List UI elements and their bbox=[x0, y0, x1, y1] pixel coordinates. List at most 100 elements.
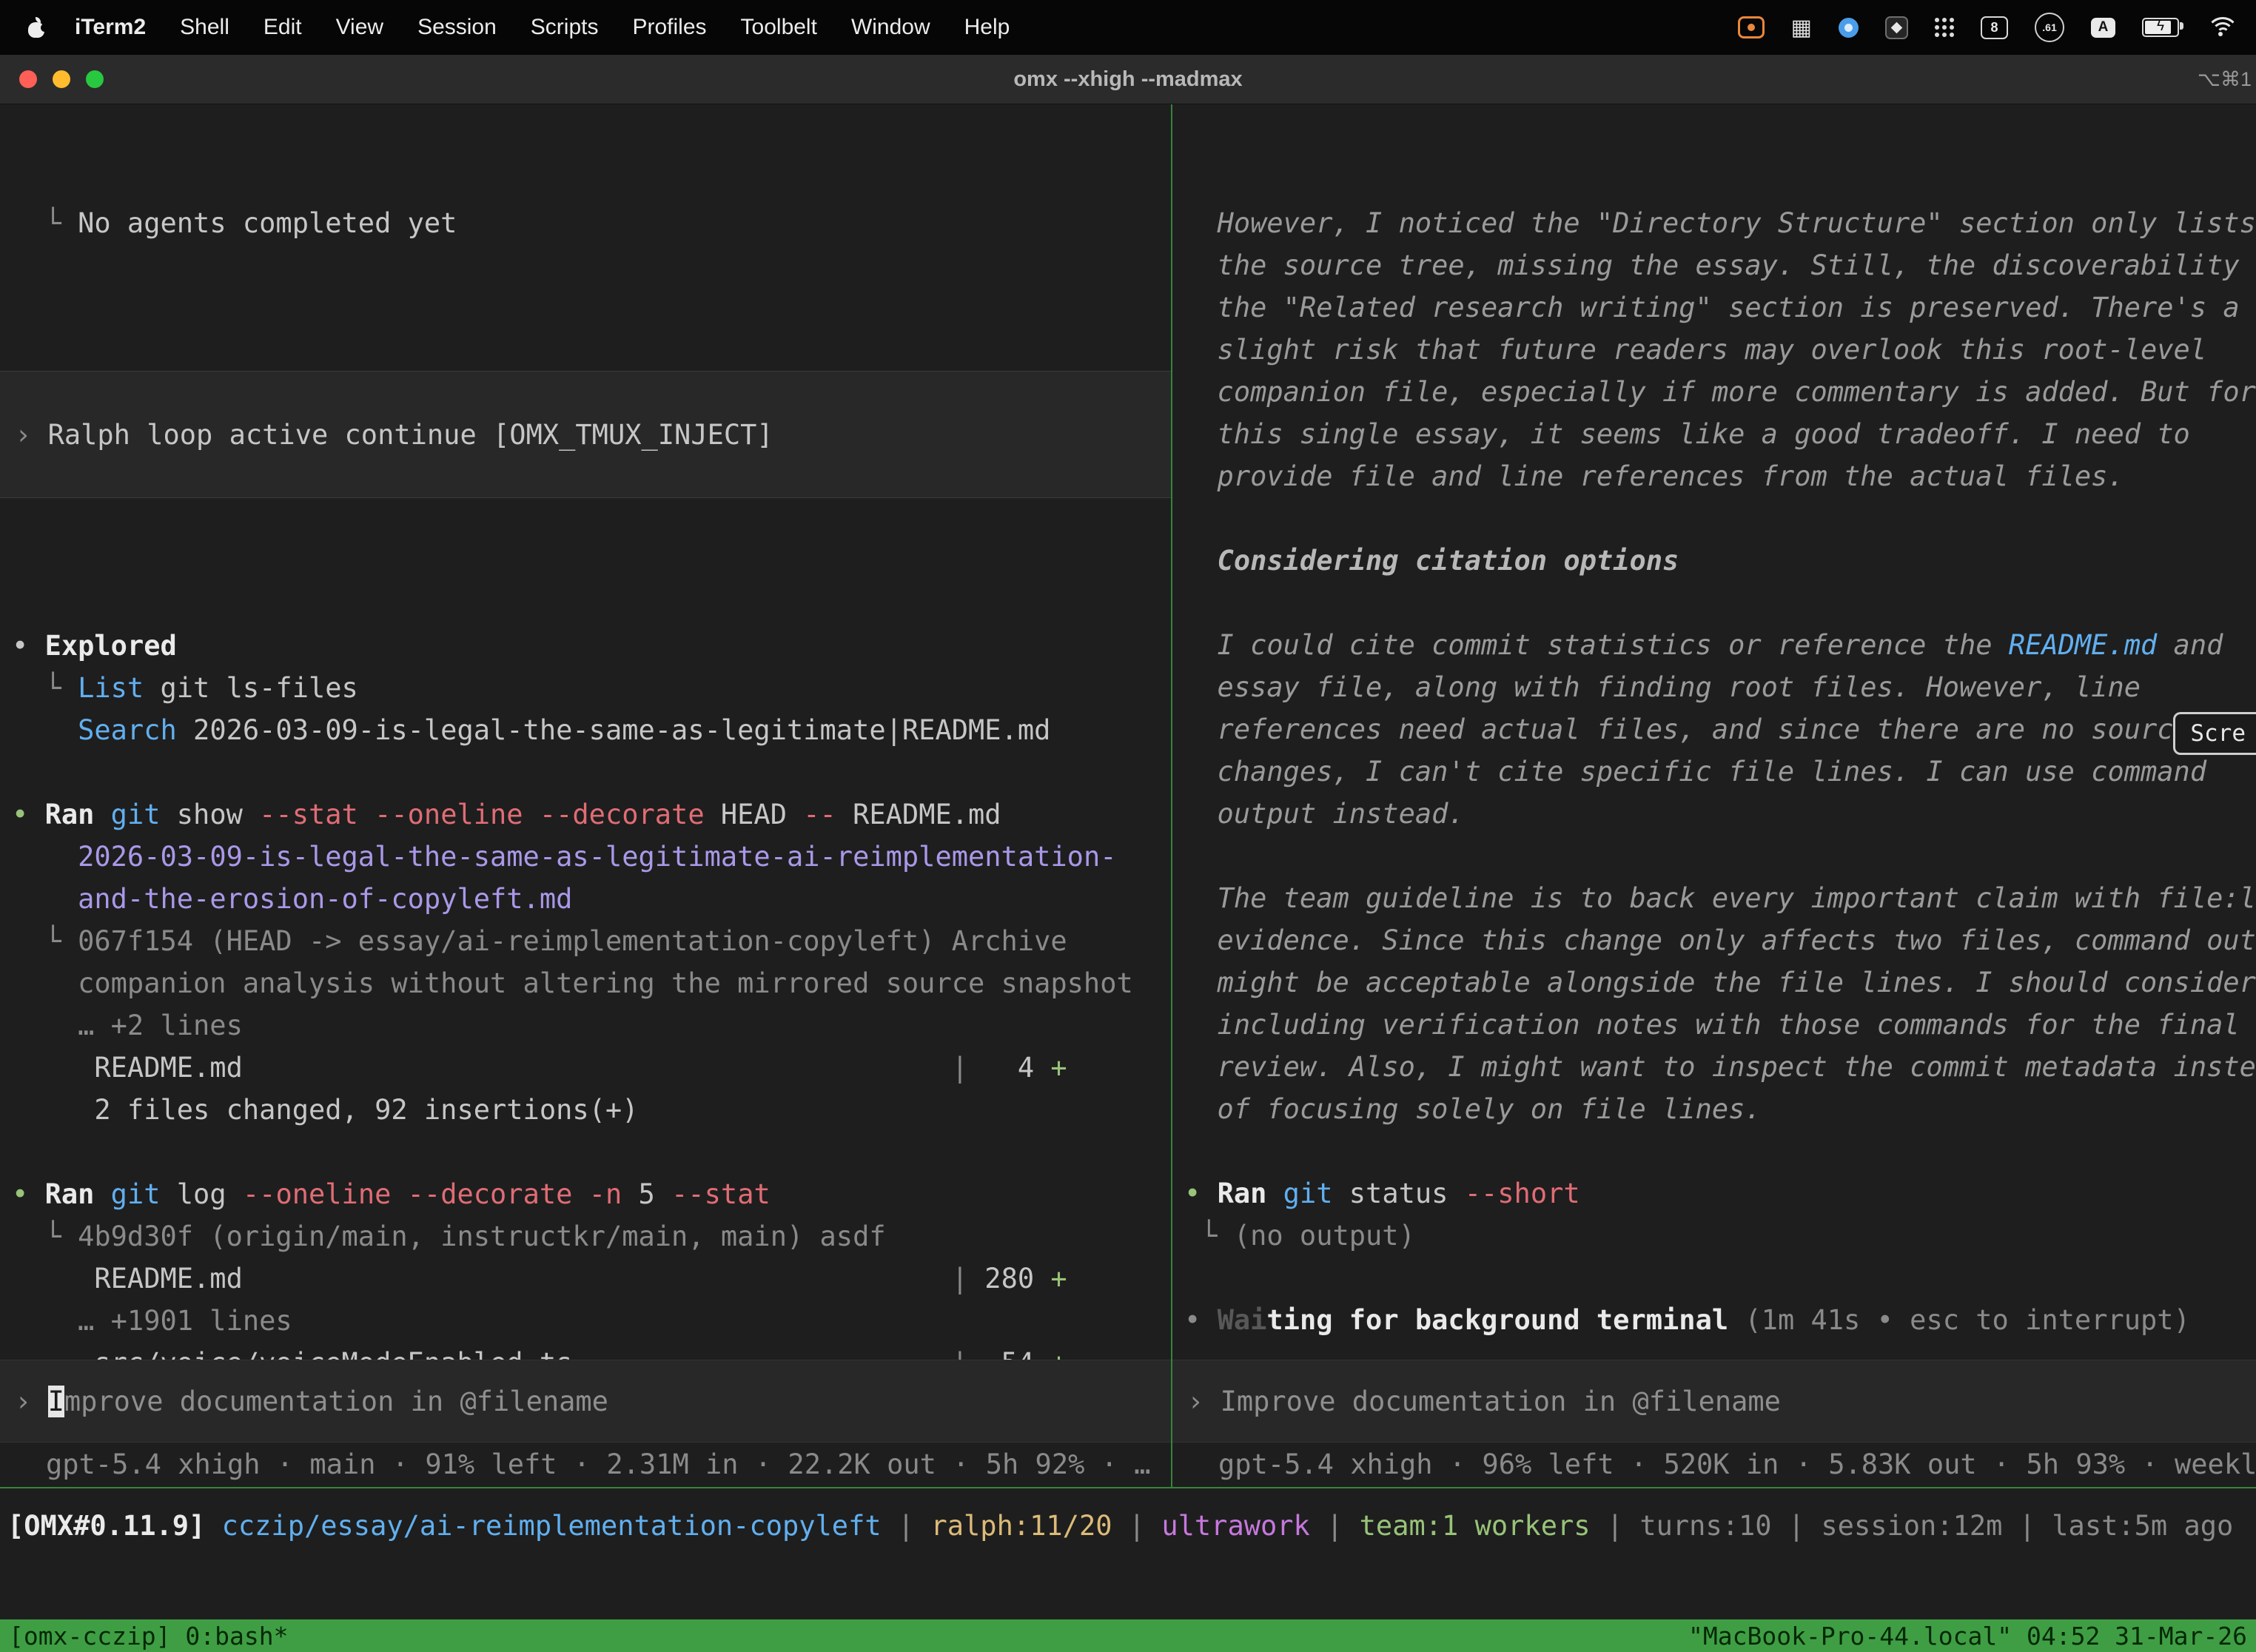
wifi-icon[interactable] bbox=[2206, 17, 2235, 38]
session-stats-left: gpt-5.4 xhigh · main · 91% left · 2.31M … bbox=[0, 1443, 1171, 1487]
terminal-line: the "Related research writing" section i… bbox=[1184, 286, 2256, 329]
numeric-app-icon[interactable]: 8 bbox=[1981, 16, 2008, 39]
menu-item-help[interactable]: Help bbox=[947, 15, 1027, 40]
menu-item-edit[interactable]: Edit bbox=[246, 15, 319, 40]
terminal-line: of focusing solely on file lines. bbox=[1184, 1088, 2256, 1130]
input-text: mprove documentation in @filename bbox=[64, 1386, 608, 1417]
menu-item-view[interactable]: View bbox=[319, 15, 400, 40]
right-pane-scrollback: However, I noticed the "Directory Struct… bbox=[1172, 104, 2256, 1360]
tmux-panes: └ No agents completed yet › Ralph loop a… bbox=[0, 104, 2256, 1487]
menu-items: iTerm2ShellEditViewSessionScriptsProfile… bbox=[58, 15, 1027, 40]
terminal-line bbox=[12, 751, 1171, 793]
close-button[interactable] bbox=[19, 70, 37, 88]
terminal-line bbox=[1184, 1257, 2256, 1299]
terminal-line: the source tree, missing the essay. Stil… bbox=[1184, 244, 2256, 286]
apple-menu-icon[interactable] bbox=[25, 16, 47, 38]
terminal-line: this single essay, it seems like a good … bbox=[1184, 413, 2256, 455]
terminal-line: and-the-erosion-of-copyleft.md bbox=[12, 878, 1171, 920]
terminal-line: I could cite commit statistics or refere… bbox=[1184, 624, 2256, 666]
screen-share-chip[interactable]: Scre bbox=[2173, 712, 2256, 755]
terminal-line bbox=[1184, 497, 2256, 540]
terminal-line bbox=[12, 244, 1171, 286]
dark-app-icon[interactable] bbox=[1885, 16, 1908, 39]
prompt-input-left[interactable]: › Improve documentation in @filename bbox=[0, 1360, 1171, 1443]
minimize-button[interactable] bbox=[53, 70, 70, 88]
traffic-lights bbox=[19, 55, 104, 104]
terminal-line: provide file and line references from th… bbox=[1184, 455, 2256, 497]
terminal-line: Considering citation options bbox=[1184, 540, 2256, 582]
tmux-inject-banner: › Ralph loop active continue [OMX_TMUX_I… bbox=[0, 371, 1171, 498]
terminal-line bbox=[1184, 1130, 2256, 1172]
window-grid-app-icon[interactable]: ▦ bbox=[1791, 15, 1812, 41]
terminal-line: • Ran git show --stat --oneline --decora… bbox=[12, 793, 1171, 836]
dots-grid-app-icon[interactable] bbox=[1935, 18, 1954, 37]
battery-percent-badge[interactable]: .61 bbox=[2035, 13, 2064, 42]
terminal-line: companion analysis without altering the … bbox=[12, 962, 1171, 1004]
window-title-bar: omx --xhigh --madmax ⌥⌘1 bbox=[0, 55, 2256, 104]
banner-prompt: › bbox=[15, 414, 48, 456]
menu-item-profiles[interactable]: Profiles bbox=[615, 15, 723, 40]
terminal-area: └ No agents completed yet › Ralph loop a… bbox=[0, 104, 2256, 1652]
tmux-session-window: [omx-cczip] 0:bash* bbox=[9, 1622, 289, 1651]
right-pane: However, I noticed the "Directory Struct… bbox=[1172, 104, 2256, 1487]
terminal-line: • Ran git log --oneline --decorate -n 5 … bbox=[12, 1173, 1171, 1215]
terminal-line: └ 067f154 (HEAD -> essay/ai-reimplementa… bbox=[12, 920, 1171, 962]
terminal-line: However, I noticed the "Directory Struct… bbox=[1184, 202, 2256, 244]
zoom-button[interactable] bbox=[86, 70, 104, 88]
menu-item-window[interactable]: Window bbox=[834, 15, 947, 40]
terminal-line: companion file, especially if more comme… bbox=[1184, 371, 2256, 413]
session-stats-right: gpt-5.4 xhigh · 96% left · 520K in · 5.8… bbox=[1172, 1443, 2256, 1487]
terminal-line: … +1901 lines bbox=[12, 1300, 1171, 1342]
terminal-line bbox=[12, 1131, 1171, 1173]
tmux-status-bar: [omx-cczip] 0:bash* "MacBook-Pro-44.loca… bbox=[0, 1619, 2256, 1652]
terminal-line: … +2 lines bbox=[12, 1004, 1171, 1047]
terminal-line: └ (no output) bbox=[1184, 1215, 2256, 1257]
window-shortcut-hint: ⌥⌘1 bbox=[2198, 68, 2252, 91]
terminal-line: essay file, along with finding root file… bbox=[1184, 666, 2256, 708]
menu-status-icons: ▦ 8 .61 Aϟ bbox=[1738, 13, 2256, 42]
terminal-line: • Ran git status --short bbox=[1184, 1172, 2256, 1215]
menu-bar: iTerm2ShellEditViewSessionScriptsProfile… bbox=[0, 0, 2256, 55]
terminal-line: 2026-03-09-is-legal-the-same-as-legitima… bbox=[12, 836, 1171, 878]
menu-item-toolbelt[interactable]: Toolbelt bbox=[724, 15, 834, 40]
bottom-gap bbox=[0, 1562, 2256, 1619]
terminal-line: [OMX#0.11.9] cczip/essay/ai-reimplementa… bbox=[7, 1510, 2233, 1542]
input-source-icon[interactable]: A bbox=[2091, 18, 2115, 38]
prompt-chevron: › bbox=[15, 1386, 48, 1417]
left-pane: └ No agents completed yet › Ralph loop a… bbox=[0, 104, 1171, 1487]
terminal-line: might be acceptable alongside the file l… bbox=[1184, 961, 2256, 1004]
menu-item-iterm2[interactable]: iTerm2 bbox=[58, 15, 163, 40]
terminal-line: • Explored bbox=[12, 625, 1171, 667]
terminal-line bbox=[1184, 835, 2256, 877]
prompt-input-right[interactable]: › Improve documentation in @filename bbox=[1172, 1360, 2256, 1443]
screen: iTerm2ShellEditViewSessionScriptsProfile… bbox=[0, 0, 2256, 1652]
terminal-lines-block: However, I noticed the "Directory Struct… bbox=[1184, 202, 2256, 1341]
terminal-line: • Waiting for background terminal (1m 41… bbox=[1184, 1299, 2256, 1341]
banner-text: Ralph loop active continue [OMX_TMUX_INJ… bbox=[48, 414, 773, 456]
terminal-line: 2 files changed, 92 insertions(+) bbox=[12, 1089, 1171, 1131]
terminal-line: README.md | 280 + bbox=[12, 1258, 1171, 1300]
menu-item-shell[interactable]: Shell bbox=[163, 15, 246, 40]
terminal-line: └ 4b9d30f (origin/main, instructkr/main,… bbox=[12, 1215, 1171, 1258]
terminal-line: README.md | 4 + bbox=[12, 1047, 1171, 1089]
input-text: Improve documentation in @filename bbox=[1221, 1386, 1781, 1417]
left-pane-scrollback: └ No agents completed yet › Ralph loop a… bbox=[0, 104, 1171, 1360]
terminal-line: evidence. Since this change only affects… bbox=[1184, 919, 2256, 961]
terminal-line: including verification notes with those … bbox=[1184, 1004, 2256, 1046]
terminal-lines-block: • Explored └ List git ls-files Search 20… bbox=[12, 582, 1171, 1360]
blue-app-icon[interactable] bbox=[1839, 18, 1859, 38]
terminal-line: src/voice/voiceModeEnabled.ts | 54 + bbox=[12, 1342, 1171, 1360]
tmux-host-clock: "MacBook-Pro-44.local" 04:52 31-Mar-26 bbox=[1688, 1622, 2247, 1651]
terminal-line bbox=[12, 582, 1171, 625]
terminal-line bbox=[1184, 582, 2256, 624]
menu-item-scripts[interactable]: Scripts bbox=[514, 15, 616, 40]
screen-recording-indicator[interactable] bbox=[1738, 16, 1765, 38]
terminal-line: └ List git ls-files bbox=[12, 667, 1171, 709]
terminal-line: references need actual files, and since … bbox=[1184, 708, 2256, 751]
battery-icon[interactable]: ϟ bbox=[2142, 18, 2179, 37]
omx-status-line: [OMX#0.11.9] cczip/essay/ai-reimplementa… bbox=[0, 1488, 2256, 1562]
menu-item-session[interactable]: Session bbox=[400, 15, 514, 40]
window-title: omx --xhigh --madmax bbox=[1013, 67, 1242, 92]
terminal-line: review. Also, I might want to inspect th… bbox=[1184, 1046, 2256, 1088]
terminal-line: └ No agents completed yet bbox=[12, 202, 1171, 244]
